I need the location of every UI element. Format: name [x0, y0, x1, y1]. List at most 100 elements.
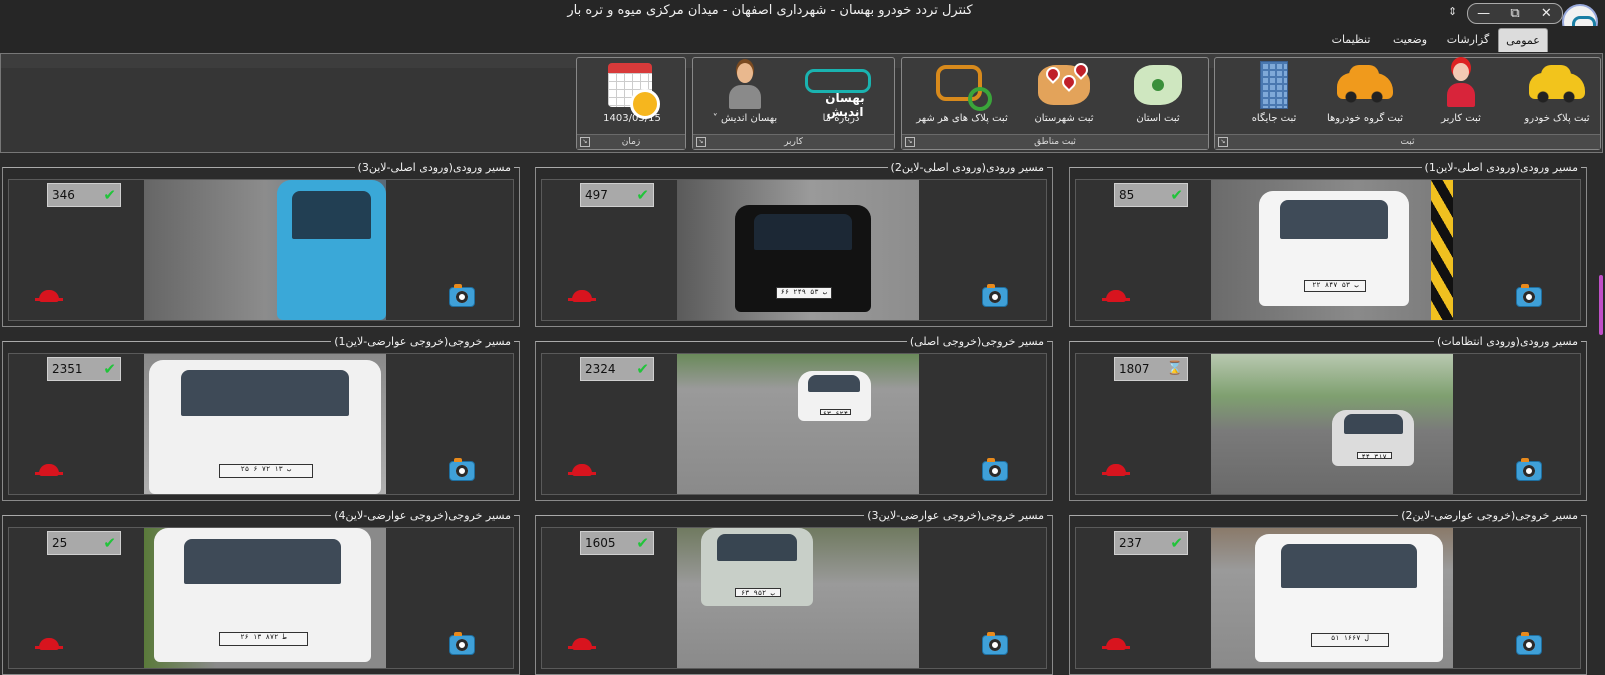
window-controls: — ⧉ ✕ [1467, 3, 1563, 24]
tab-settings[interactable]: تنظیمات [1322, 28, 1380, 51]
vehicle-snapshot[interactable]: ۶۳ ۹۵۲ ب ۵۳ [677, 528, 919, 668]
camera-icon[interactable] [1516, 458, 1542, 481]
current-user-button[interactable]: بهسان اندیش ˅ [703, 61, 787, 131]
about-us-button[interactable]: بهسان اندیش درباره ما [793, 61, 889, 131]
license-plate: ۲۵ ۶ ۷۲ ب ۱۳ [218, 463, 314, 478]
register-user-label: ثبت کاربر [1441, 113, 1481, 124]
panel-title: مسیر ورودی(ورودی اصلی-لاین2) [535, 158, 1053, 178]
panel-body: 497 ✔ ۶۶ ۲۴۹ ب ۵۳ [541, 179, 1047, 321]
vehicle-count: 2324 ✔ [580, 357, 654, 381]
panel-body: 85 ✔ ۲۲ ۸۴۷ ب ۵۳ [1075, 179, 1581, 321]
vehicle-snapshot[interactable]: ۲۵ ۶ ۷۲ ب ۱۳ [144, 354, 386, 494]
check-icon: ✔ [103, 360, 116, 378]
date-button[interactable]: 1403/05/15 [585, 61, 679, 131]
behsan-logo-icon: بهسان اندیش [799, 61, 883, 119]
vehicle-image: ۶۳ ۶۲۴ ب ۵۳ [798, 370, 871, 422]
register-car-group-label: ثبت گروه خودروها [1326, 113, 1404, 124]
camera-icon[interactable] [1516, 284, 1542, 307]
check-icon: ✔ [103, 186, 116, 204]
vehicle-count: 497 ✔ [580, 183, 654, 207]
register-station-button[interactable]: ثبت جایگاه [1235, 61, 1313, 131]
vehicle-snapshot[interactable]: ۵۱ ل ۱۶۶۷ [1211, 528, 1453, 668]
alarm-light-icon[interactable] [35, 638, 63, 650]
close-icon[interactable]: ✕ [1534, 5, 1558, 22]
alarm-light-icon[interactable] [1102, 638, 1130, 650]
register-province-button[interactable]: ثبت استان [1116, 61, 1200, 131]
vehicle-image: ۲۲ ۸۴۷ ب ۵۳ [1259, 191, 1410, 306]
alarm-light-icon[interactable] [35, 464, 63, 476]
register-plate-label: ثبت پلاک خودرو [1524, 113, 1590, 124]
vehicle-count: 346 ✔ [47, 183, 121, 207]
iran-map-icon [1126, 61, 1190, 109]
alarm-light-icon[interactable] [568, 464, 596, 476]
vehicle-count: 1605 ✔ [580, 531, 654, 555]
vehicle-count-value: 1807 [1119, 362, 1150, 376]
group-label-user: کاربر [693, 134, 894, 149]
vehicle-snapshot[interactable]: ۲۶ ط ۸۷۲ ۱۳ [144, 528, 386, 668]
alarm-light-icon[interactable] [35, 290, 63, 302]
vehicle-count: 85 ✔ [1114, 183, 1188, 207]
vehicle-image: ۶۶ ۲۴۹ ب ۵۳ [735, 205, 871, 312]
dialog-launcher-icon[interactable]: ↘ [905, 137, 915, 147]
tab-status[interactable]: وضعیت [1382, 28, 1438, 51]
camera-panel: مسیر خروجی(خروجی عوارضی-لاین2) 237 ✔ ۵۱ ل ۱… [1069, 506, 1587, 675]
camera-icon[interactable] [982, 284, 1008, 307]
vehicle-count-value: 2324 [585, 362, 616, 376]
vehicle-image: ۲۶ ط ۸۷۲ ۱۳ [153, 528, 372, 663]
vehicle-image: ۲۵ ۶ ۷۲ ب ۱۳ [148, 359, 382, 494]
panel-title: مسیر خروجی(خروجی عوارضی-لاین1) [2, 332, 520, 352]
ribbon-group-register: ثبت پلاک خودرو ثبت کاربر ثبت گروه خودروه… [1214, 57, 1601, 150]
vehicle-image: ۶۳ ۹۵۲ ب ۵۳ [701, 528, 813, 607]
alarm-light-icon[interactable] [1102, 464, 1130, 476]
dialog-launcher-icon[interactable]: ↘ [1218, 137, 1228, 147]
vehicle-snapshot[interactable]: ۲۲ ۸۴۷ ب ۵۳ [1211, 180, 1453, 320]
panel-body: 2351 ✔ ۲۵ ۶ ۷۲ ب ۱۳ [8, 353, 514, 495]
minimize-icon[interactable]: — [1472, 5, 1496, 22]
vehicle-count-value: 497 [585, 188, 608, 202]
dialog-launcher-icon[interactable]: ↘ [696, 137, 706, 147]
vehicle-snapshot[interactable]: ۴۴ ۳۱۷ ب ۲۳ [1211, 354, 1453, 494]
camera-icon[interactable] [982, 632, 1008, 655]
quick-access-menu-icon[interactable]: ⇕ [1448, 5, 1457, 18]
panel-title: مسیر خروجی(خروجی عوارضی-لاین3) [535, 506, 1053, 526]
camera-panel: مسیر ورودی(ورودی اصلی-لاین1) 85 ✔ ۲۲ ۸۴۷ ب … [1069, 158, 1587, 327]
panel-title: مسیر ورودی(ورودی اصلی-لاین3) [2, 158, 520, 178]
restore-icon[interactable]: ⧉ [1503, 5, 1527, 22]
register-station-label: ثبت جایگاه [1251, 113, 1297, 124]
register-user-button[interactable]: ثبت کاربر [1419, 61, 1503, 131]
vehicle-count: 2351 ✔ [47, 357, 121, 381]
panel-title: مسیر خروجی(خروجی عوارضی-لاین4) [2, 506, 520, 526]
camera-icon[interactable] [449, 632, 475, 655]
alarm-light-icon[interactable] [568, 638, 596, 650]
panel-body: 1807 ⌛ ۴۴ ۳۱۷ ب ۲۳ [1075, 353, 1581, 495]
vehicle-snapshot[interactable]: ۶۳ ۶۲۴ ب ۵۳ [677, 354, 919, 494]
camera-icon[interactable] [449, 284, 475, 307]
ribbon-group-time: 1403/05/15 زمان ↘ [576, 57, 686, 150]
behsan-logo-text: بهسان اندیش [825, 91, 865, 119]
register-city-plates-button[interactable]: ثبت پلاک های هر شهر [912, 61, 1012, 131]
register-car-group-button[interactable]: ثبت گروه خودروها [1319, 61, 1411, 131]
vehicle-snapshot[interactable] [144, 180, 386, 320]
vehicle-count-value: 1605 [585, 536, 616, 550]
alarm-light-icon[interactable] [1102, 290, 1130, 302]
license-plate: ۶۶ ۲۴۹ ب ۵۳ [775, 287, 832, 299]
vehicle-snapshot[interactable]: ۶۶ ۲۴۹ ب ۵۳ [677, 180, 919, 320]
license-plate: ۴۴ ۳۱۷ ب ۲۳ [1356, 452, 1392, 460]
dialog-launcher-icon[interactable]: ↘ [580, 137, 590, 147]
camera-icon[interactable] [1516, 632, 1542, 655]
tab-reports[interactable]: گزارشات [1440, 28, 1496, 51]
camera-panel: مسیر خروجی(خروجی عوارضی-لاین1) 2351 ✔ ۲۵ ۶ … [2, 332, 520, 501]
scrollbar-edge[interactable] [1599, 275, 1603, 335]
current-date: 1403/05/15 [603, 113, 661, 124]
camera-icon[interactable] [449, 458, 475, 481]
register-city-button[interactable]: ثبت شهرستان [1018, 60, 1110, 131]
group-label-time: زمان [577, 134, 685, 149]
vehicle-count: 237 ✔ [1114, 531, 1188, 555]
camera-icon[interactable] [982, 458, 1008, 481]
vehicle-count-value: 2351 [52, 362, 83, 376]
user-icon [1429, 61, 1493, 109]
register-province-label: ثبت استان [1136, 113, 1180, 124]
alarm-light-icon[interactable] [568, 290, 596, 302]
register-plate-button[interactable]: ثبت پلاک خودرو [1515, 61, 1599, 131]
tab-general[interactable]: عمومی [1498, 28, 1548, 52]
